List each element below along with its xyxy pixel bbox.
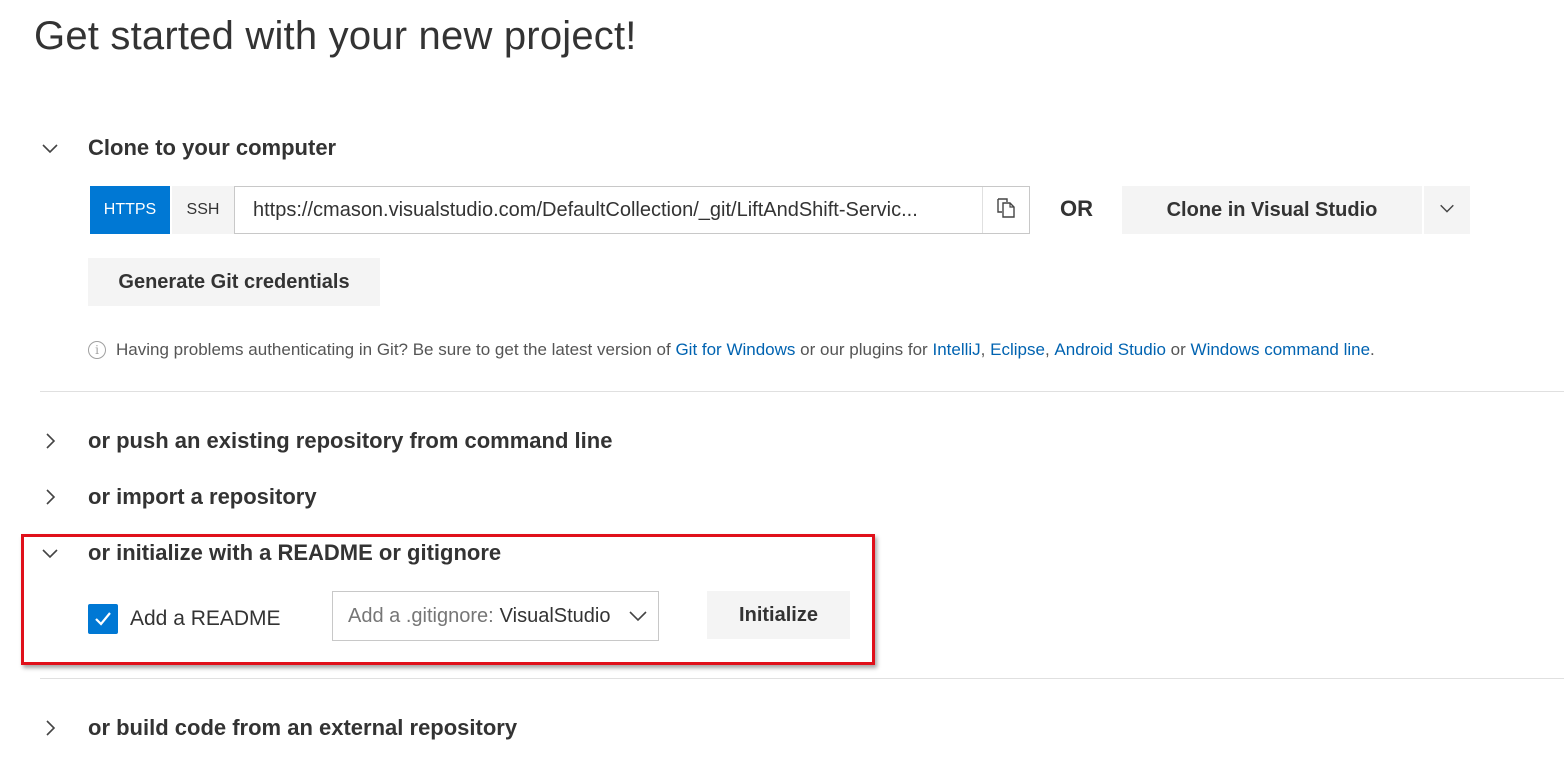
- section-push-title: or push an existing repository from comm…: [88, 428, 613, 453]
- section-build-title: or build code from an external repositor…: [88, 715, 518, 740]
- section-clone-header[interactable]: Clone to your computer: [38, 131, 336, 165]
- auth-help-text: i Having problems authenticating in Git?…: [88, 338, 1375, 362]
- info-icon: i: [88, 341, 106, 359]
- copy-url-button[interactable]: [982, 187, 1029, 233]
- eclipse-link[interactable]: Eclipse: [990, 340, 1045, 360]
- help-sep-1: ,: [980, 340, 986, 359]
- help-text-1: Having problems authenticating in Git? B…: [116, 340, 671, 359]
- page-title: Get started with your new project!: [34, 14, 637, 58]
- help-text-end: .: [1370, 340, 1375, 359]
- section-import-header[interactable]: or import a repository: [38, 480, 317, 514]
- chevron-right-icon: [38, 485, 62, 509]
- page: Get started with your new project! Clone…: [0, 0, 1564, 783]
- or-label: OR: [1060, 196, 1093, 221]
- help-sep-2: ,: [1044, 340, 1050, 359]
- help-text-3: or: [1170, 340, 1186, 359]
- ssh-tab[interactable]: SSH: [172, 186, 234, 234]
- add-readme-checkbox[interactable]: Add a README: [88, 603, 281, 635]
- git-for-windows-link[interactable]: Git for Windows: [675, 340, 795, 360]
- chevron-right-icon: [38, 429, 62, 453]
- section-build-header[interactable]: or build code from an external repositor…: [38, 711, 517, 745]
- clone-url-input[interactable]: [235, 197, 982, 223]
- chevron-down-icon: [38, 541, 62, 565]
- clone-url-field: [234, 186, 1030, 234]
- clone-in-visual-studio-button[interactable]: Clone in Visual Studio: [1122, 186, 1422, 234]
- divider: [40, 391, 1564, 392]
- add-readme-label: Add a README: [130, 607, 281, 630]
- section-import-title: or import a repository: [88, 484, 317, 509]
- copy-icon: [995, 197, 1017, 224]
- help-text-2: or our plugins for: [800, 340, 928, 359]
- section-push-header[interactable]: or push an existing repository from comm…: [38, 424, 612, 458]
- generate-git-credentials-button[interactable]: Generate Git credentials: [88, 258, 380, 306]
- gitignore-dropdown[interactable]: Add a .gitignore: VisualStudio: [332, 591, 659, 641]
- windows-command-line-link[interactable]: Windows command line: [1191, 340, 1371, 360]
- https-tab[interactable]: HTTPS: [90, 186, 170, 234]
- section-clone-title: Clone to your computer: [88, 135, 337, 160]
- chevron-down-icon: [38, 136, 62, 160]
- divider: [40, 678, 1564, 679]
- chevron-down-icon: [1438, 199, 1456, 222]
- intellij-link[interactable]: IntelliJ: [932, 340, 980, 360]
- section-initialize-header[interactable]: or initialize with a README or gitignore: [38, 536, 501, 570]
- clone-options-dropdown[interactable]: [1424, 186, 1470, 234]
- checkmark-icon: [88, 604, 118, 634]
- section-initialize-title: or initialize with a README or gitignore: [88, 540, 502, 565]
- gitignore-value: VisualStudio: [499, 604, 611, 627]
- initialize-button[interactable]: Initialize: [707, 591, 850, 639]
- chevron-right-icon: [38, 716, 62, 740]
- gitignore-prefix: Add a .gitignore:: [348, 604, 494, 627]
- android-studio-link[interactable]: Android Studio: [1054, 340, 1166, 360]
- chevron-down-icon: [628, 606, 648, 632]
